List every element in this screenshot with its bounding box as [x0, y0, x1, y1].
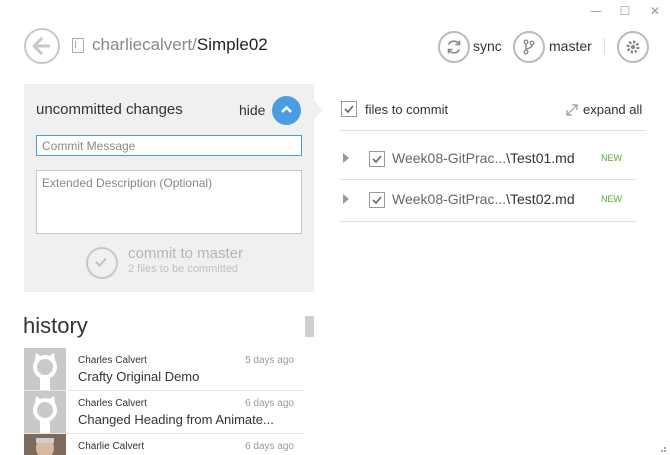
branch-label[interactable]: master: [549, 38, 592, 54]
gear-icon: [626, 40, 640, 54]
octocat-icon: [33, 353, 57, 390]
repo-name: Simple02: [196, 35, 268, 54]
commit-to-master-label[interactable]: commit to master: [128, 245, 243, 262]
divider: [339, 130, 646, 131]
expand-caret-icon[interactable]: [343, 194, 349, 204]
avatar: [24, 391, 66, 433]
history-title: history: [23, 313, 88, 338]
checkmark-icon: [372, 196, 382, 205]
file-name: \Test02.md: [506, 191, 575, 207]
header-divider: [604, 38, 605, 54]
history-time: 6 days ago: [245, 398, 294, 409]
checkmark-icon: [344, 105, 354, 114]
user-photo: [24, 434, 66, 455]
panel-pointer: [314, 100, 323, 120]
settings-button[interactable]: [617, 31, 649, 63]
history-author: Charles Calvert: [78, 355, 147, 366]
resize-grip-icon[interactable]: [657, 443, 667, 453]
commit-message-input[interactable]: [36, 135, 302, 156]
back-arrow-icon: [32, 36, 50, 56]
back-button[interactable]: [24, 28, 60, 64]
history-scrollbar[interactable]: [305, 316, 314, 337]
file-path-prefix: Week08-GitPrac...: [392, 191, 507, 207]
repo-title[interactable]: charliecalvert/Simple02: [92, 35, 268, 55]
maximize-button[interactable]: ☐: [615, 4, 635, 18]
sync-label[interactable]: sync: [473, 38, 502, 54]
minimize-button[interactable]: —: [586, 4, 606, 18]
checkmark-icon: [95, 257, 107, 267]
expand-all-button[interactable]: expand all: [583, 102, 642, 117]
commit-file-count: 2 files to be committed: [128, 263, 239, 275]
file-path-prefix: Week08-GitPrac...: [392, 150, 507, 166]
new-badge: NEW: [601, 194, 622, 204]
file-checkbox[interactable]: [369, 151, 385, 167]
history-message: Changed Heading from Animate...: [78, 412, 274, 427]
sync-icon: [447, 40, 461, 54]
repo-owner: charliecalvert: [92, 35, 193, 54]
octocat-icon: [33, 396, 57, 433]
history-list: Charles Calvert 5 days ago Crafty Origin…: [24, 348, 304, 455]
file-checkbox[interactable]: [369, 192, 385, 208]
history-item[interactable]: Charles Calvert 6 days ago Changed Headi…: [24, 391, 304, 434]
extended-description-input[interactable]: [36, 170, 302, 234]
files-to-commit-label: files to commit: [365, 102, 449, 117]
hide-button[interactable]: [272, 96, 301, 125]
uncommitted-changes-title: uncommitted changes: [36, 101, 183, 118]
history-time: 6 days ago: [245, 441, 294, 452]
history-author: Charles Calvert: [78, 398, 147, 409]
avatar: [24, 348, 66, 390]
file-path: Week08-GitPrac...\Test02.md: [392, 191, 575, 207]
history-item[interactable]: Charles Calvert 5 days ago Crafty Origin…: [24, 348, 304, 391]
file-row[interactable]: Week08-GitPrac...\Test01.md NEW: [339, 139, 637, 180]
file-row[interactable]: Week08-GitPrac...\Test02.md NEW: [339, 180, 637, 221]
hide-label[interactable]: hide: [239, 102, 265, 118]
repo-icon: [72, 38, 84, 53]
branch-button[interactable]: [513, 31, 545, 63]
history-message: Crafty Original Demo: [78, 369, 200, 384]
branch-icon: [523, 39, 535, 55]
new-badge: NEW: [601, 153, 622, 163]
file-name: \Test01.md: [506, 150, 575, 166]
sync-button[interactable]: [438, 31, 470, 63]
expand-caret-icon[interactable]: [343, 153, 349, 163]
expand-icon[interactable]: [566, 104, 578, 116]
history-time: 5 days ago: [245, 355, 294, 366]
close-button[interactable]: ✕: [645, 4, 665, 18]
commit-button[interactable]: [86, 247, 118, 279]
divider: [339, 221, 637, 222]
history-item[interactable]: Charlie Calvert 6 days ago: [24, 434, 304, 455]
file-path: Week08-GitPrac...\Test01.md: [392, 150, 575, 166]
history-author: Charlie Calvert: [78, 441, 145, 452]
checkmark-icon: [372, 155, 382, 164]
avatar: [24, 434, 66, 455]
select-all-checkbox[interactable]: [341, 101, 357, 117]
chevron-up-icon: [281, 105, 292, 113]
